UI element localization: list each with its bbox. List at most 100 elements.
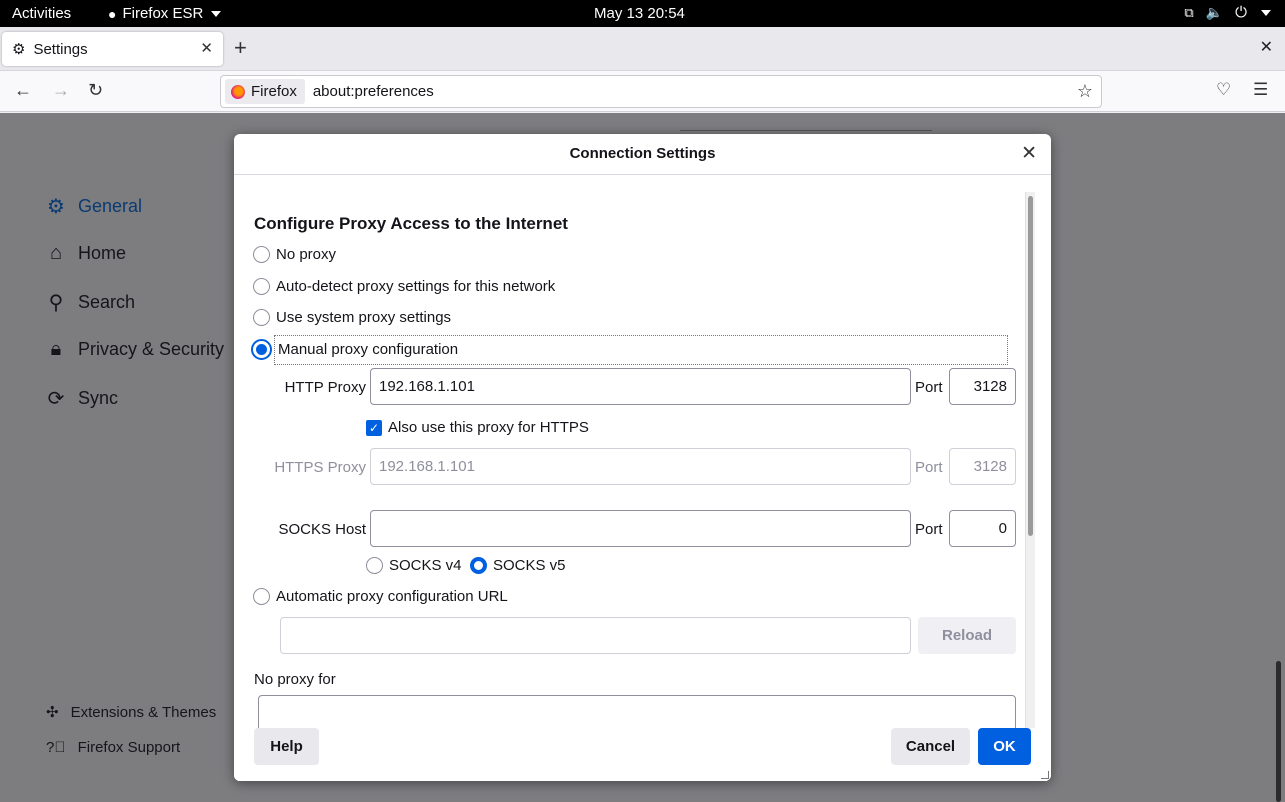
help-button[interactable]: Help [254,728,319,765]
section-heading: Configure Proxy Access to the Internet [254,214,568,233]
new-tab-button[interactable]: + [234,35,247,61]
radio-auto-detect[interactable]: Auto-detect proxy settings for this netw… [253,278,555,295]
sidebar-item-home[interactable]: ⌂ Home [44,242,126,265]
radio-label: SOCKS v5 [493,557,566,574]
sync-icon: ⟳ [47,388,65,410]
sidebar-item-label: Search [78,292,136,312]
dialog-footer: Help Cancel OK [234,728,1051,781]
extensions-themes-link[interactable]: ✣ Extensions & Themes [46,703,217,722]
http-port-label: Port [915,379,943,396]
no-proxy-for-label: No proxy for [254,671,336,688]
tab-label: Settings [33,40,88,58]
radio-label: Auto-detect proxy settings for this netw… [276,278,556,295]
volume-icon: 🔈 [1205,4,1224,20]
sidebar-item-sync[interactable]: ⟳ Sync [44,386,118,411]
firefox-icon: ● [108,5,117,22]
auto-proxy-url-input[interactable] [280,617,911,654]
https-port-input[interactable]: 3128 [949,448,1016,485]
radio-label: SOCKS v4 [389,557,462,574]
firefox-support-link[interactable]: ?⃝ Firefox Support [46,739,180,756]
sidebar-item-privacy[interactable]: 🔒︎ Privacy & Security [44,338,224,361]
radio-label: Manual proxy configuration [278,341,459,358]
puzzle-icon: ✣ [46,704,59,721]
sidebar-item-search[interactable]: ⚲ Search [44,290,135,315]
radio-button[interactable] [253,309,270,326]
gear-icon: ⚙ [47,196,65,218]
navigation-bar: ← → ↻ Firefox about:preferences ☆ ♡ ☰ [0,71,1285,112]
checkbox-label: Also use this proxy for HTTPS [388,419,589,436]
chevron-down-icon [1261,9,1271,16]
socks-host-input[interactable] [370,510,911,547]
socks-port-label: Port [915,521,943,538]
radio-button-selected[interactable] [470,557,487,574]
radio-manual-proxy[interactable]: Manual proxy configuration [251,339,458,360]
close-tab-icon[interactable]: ✕ [200,39,213,57]
identity-label: Firefox [251,83,297,100]
close-icon[interactable]: ✕ [1021,142,1037,165]
power-icon: ⏻ [1235,4,1247,21]
radio-system-proxy[interactable]: Use system proxy settings [253,309,451,326]
system-menu[interactable]: ⧉ 🔈 ⏻ [1184,4,1271,21]
https-proxy-label: HTTPS Proxy [274,459,366,476]
page-scrollbar[interactable] [1276,661,1281,802]
https-port-label: Port [915,459,943,476]
https-proxy-input[interactable]: 192.168.1.101 [370,448,911,485]
checkbox-checked[interactable]: ✓ [366,419,382,436]
radio-label: Use system proxy settings [276,309,452,326]
sidebar-item-label: Home [78,243,127,263]
ok-button[interactable]: OK [978,728,1031,765]
radio-button[interactable] [253,588,270,605]
radio-no-proxy[interactable]: No proxy [253,246,336,263]
gnome-top-bar: Activities ● Firefox ESR May 13 20:54 ⧉ … [0,0,1285,27]
firefox-logo-icon [231,84,245,99]
sidebar-item-general[interactable]: ⚙ General [44,194,142,219]
network-icon: ⧉ [1184,4,1194,20]
pocket-icon[interactable]: ♡ [1216,80,1231,100]
sidebar-item-label: Privacy & Security [78,339,225,359]
sidebar-item-label: Sync [78,388,119,408]
socks-host-label: SOCKS Host [278,521,366,538]
http-proxy-input[interactable]: 192.168.1.101 [370,368,911,405]
clock[interactable]: May 13 20:54 [594,5,685,22]
radio-auto-proxy-url[interactable]: Automatic proxy configuration URL [253,588,508,605]
radio-socks-v4[interactable]: SOCKS v4 [366,557,462,574]
home-icon: ⌂ [49,242,63,264]
sidebar-item-label: General [78,196,143,216]
cancel-button[interactable]: Cancel [891,728,970,765]
bookmark-star-icon[interactable]: ☆ [1077,81,1093,102]
chevron-down-icon [211,10,222,17]
link-label: Firefox Support [77,739,181,756]
tab-strip: ⚙ Settings ✕ + ✕ [0,27,1285,71]
dialog-scrollbar-thumb[interactable] [1028,196,1033,536]
radio-button-selected[interactable] [251,339,272,360]
app-menu-label: Firefox ESR [122,5,204,22]
url-bar[interactable]: Firefox about:preferences ☆ [220,75,1102,108]
identity-box[interactable]: Firefox [225,79,305,104]
radio-socks-v5[interactable]: SOCKS v5 [470,557,566,574]
resize-grip-icon[interactable] [1041,771,1049,779]
hamburger-menu-icon[interactable]: ☰ [1253,80,1268,100]
app-menu[interactable]: ● Firefox ESR [108,5,222,22]
dialog-title: Connection Settings [234,134,1051,175]
tab-settings[interactable]: ⚙ Settings ✕ [2,32,223,66]
gear-icon: ⚙ [12,41,26,58]
close-window-icon[interactable]: ✕ [1260,37,1273,57]
radio-button[interactable] [253,278,270,295]
help-icon: ?⃝ [46,739,66,756]
link-label: Extensions & Themes [70,703,217,721]
radio-button[interactable] [253,246,270,263]
connection-settings-dialog: Connection Settings ✕ Configure Proxy Ac… [234,134,1051,781]
dialog-scrollbar[interactable] [1025,192,1035,729]
back-icon[interactable]: ← [14,80,32,101]
http-port-input[interactable]: 3128 [949,368,1016,405]
reload-icon[interactable]: ↻ [88,80,103,101]
also-https-checkbox-row[interactable]: ✓ Also use this proxy for HTTPS [366,419,589,436]
activities-button[interactable]: Activities [12,5,71,22]
radio-label: Automatic proxy configuration URL [276,588,508,605]
radio-button[interactable] [366,557,383,574]
lock-icon: 🔒︎ [50,338,62,360]
search-icon: ⚲ [48,292,64,314]
socks-port-input[interactable]: 0 [949,510,1016,547]
forward-icon[interactable]: → [52,80,70,101]
reload-button[interactable]: Reload [918,617,1016,654]
